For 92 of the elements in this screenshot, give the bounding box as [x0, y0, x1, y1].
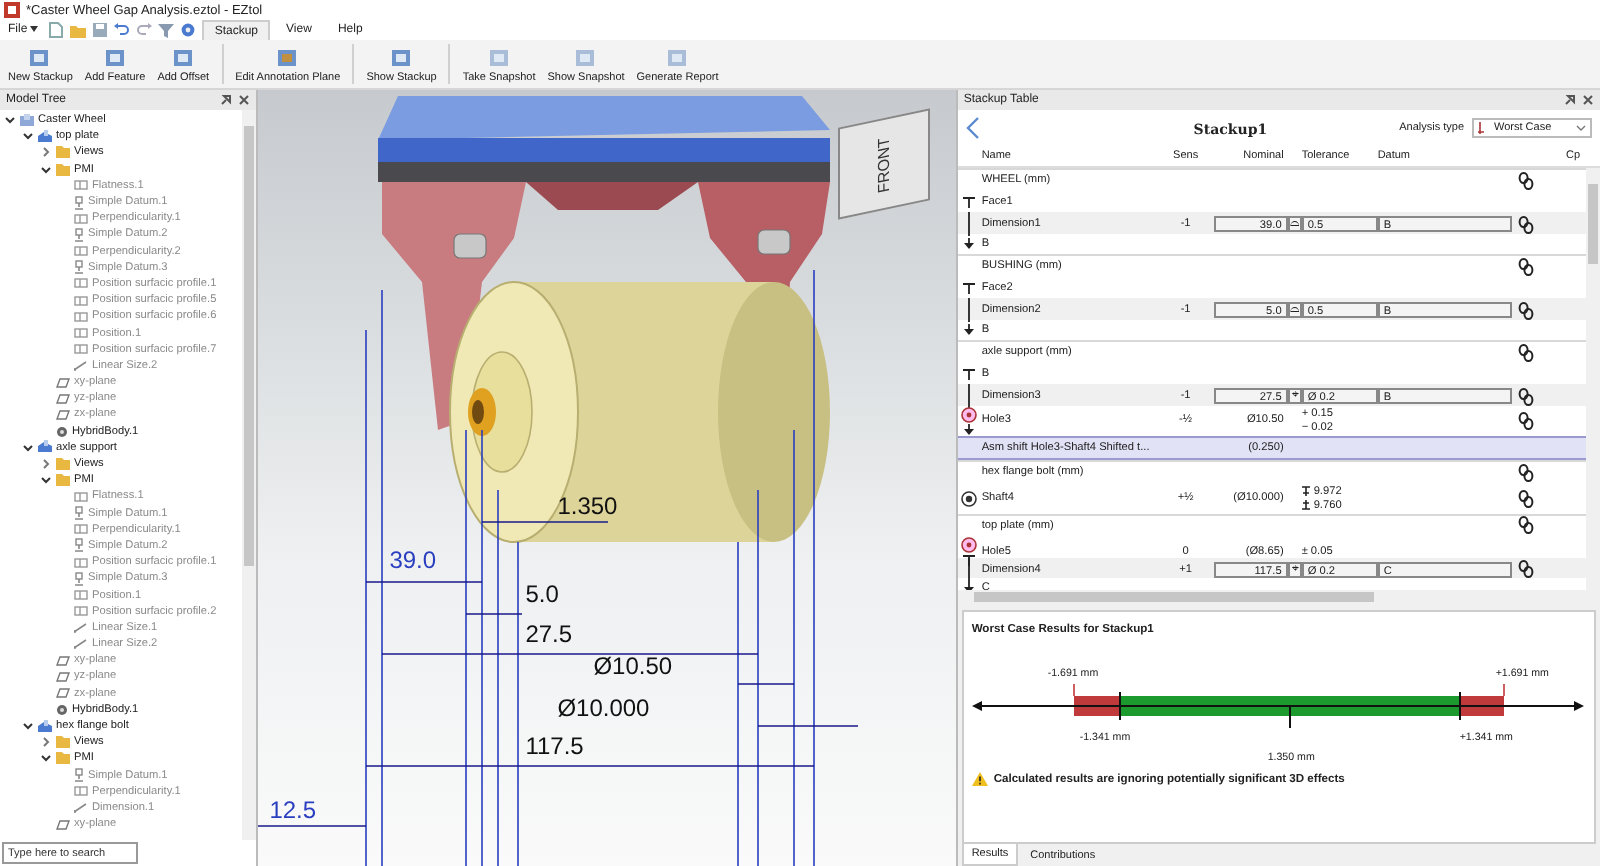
- shaft-icon: [960, 489, 979, 507]
- dimension-icon: [74, 359, 88, 372]
- chevron-right-icon[interactable]: [40, 146, 52, 159]
- dimension-label: 27.5: [525, 622, 573, 646]
- back-icon[interactable]: [965, 116, 982, 140]
- pin-icon[interactable]: [219, 94, 232, 106]
- bracket-start-icon: [962, 367, 977, 380]
- dimension-label: 1.350: [557, 494, 618, 518]
- frame-icon: [74, 524, 88, 535]
- link-icon[interactable]: [1518, 171, 1535, 190]
- dimension-label: 117.5: [525, 734, 584, 758]
- frame-icon: [74, 246, 88, 257]
- link-icon[interactable]: [1518, 516, 1535, 535]
- frame-icon: [74, 180, 88, 191]
- undo-icon[interactable]: [114, 22, 131, 38]
- frame-icon: [74, 295, 88, 306]
- link-icon[interactable]: [1518, 489, 1535, 507]
- datum-icon: [74, 571, 84, 586]
- part-icon: [38, 719, 52, 734]
- chevron-down-icon[interactable]: [22, 720, 34, 733]
- datum-icon: [74, 538, 84, 553]
- chevron-down-icon[interactable]: [22, 130, 34, 143]
- close-icon[interactable]: [237, 94, 250, 106]
- datum-icon: [74, 506, 84, 521]
- link-icon[interactable]: [1518, 463, 1535, 482]
- assembly-icon: [20, 113, 34, 128]
- dimension-icon: [74, 621, 88, 634]
- datum-icon: [74, 768, 84, 783]
- hole-icon: [960, 405, 979, 423]
- pin-icon[interactable]: [1564, 94, 1576, 106]
- toolbar-picture-icon: [487, 45, 512, 69]
- upper-limit-icon: [1301, 486, 1310, 496]
- link-icon[interactable]: [1518, 343, 1535, 362]
- frame-icon: [74, 311, 88, 322]
- chevron-down-icon[interactable]: [22, 441, 34, 454]
- caret-icon: [1576, 124, 1586, 132]
- close-icon[interactable]: [1582, 94, 1594, 106]
- link-icon[interactable]: [1518, 387, 1535, 405]
- chevron-right-icon[interactable]: [40, 458, 52, 471]
- chevron-down-icon[interactable]: [40, 752, 52, 765]
- caret-icon: [30, 26, 39, 32]
- arrow-icon: [962, 582, 977, 590]
- link-icon[interactable]: [1518, 411, 1535, 429]
- dimension-icon: [74, 801, 88, 814]
- datum-icon: [74, 260, 84, 275]
- frame-icon: [74, 590, 88, 601]
- arrow-icon: [962, 237, 977, 250]
- toolbar-picture-icon: [103, 45, 128, 69]
- dimension-label: 5.0: [525, 582, 559, 606]
- bracket-start-icon: [962, 195, 977, 208]
- part-icon: [38, 129, 52, 144]
- bracket-start-icon: [962, 281, 977, 294]
- frame-icon: [74, 786, 88, 797]
- warning-icon: [971, 772, 988, 786]
- body-icon: [56, 703, 68, 716]
- link-icon[interactable]: [1518, 257, 1535, 276]
- toolbar-picture-icon: [389, 45, 414, 69]
- arrow-icon: [962, 423, 977, 435]
- hole-icon: [960, 536, 979, 554]
- datum-icon: [74, 227, 84, 242]
- arrow-icon: [962, 323, 977, 336]
- toolbar-picture-icon: [665, 45, 690, 69]
- settings-icon[interactable]: [180, 22, 197, 38]
- lower-limit-icon: [1301, 500, 1310, 510]
- view-cube[interactable]: FRONT: [837, 108, 930, 220]
- link-icon[interactable]: [1518, 215, 1535, 233]
- frame-icon: [74, 491, 88, 502]
- dimension-label: Ø10.50: [593, 654, 673, 678]
- body-icon: [56, 425, 68, 438]
- toolbar-picture-icon: [171, 45, 196, 69]
- chevron-right-icon[interactable]: [40, 736, 52, 749]
- dimension-label: 12.5: [269, 798, 317, 822]
- link-icon[interactable]: [1518, 560, 1535, 578]
- toolbar-picture-icon: [574, 45, 599, 69]
- toolbar-picture-icon: [28, 45, 53, 69]
- chevron-down-icon[interactable]: [4, 114, 16, 127]
- datum-icon: [74, 195, 84, 210]
- chevron-down-icon[interactable]: [40, 163, 52, 176]
- frame-icon: [74, 328, 88, 339]
- link-icon[interactable]: [1518, 301, 1535, 319]
- frame-icon: [74, 344, 88, 355]
- dimension-icon: [74, 638, 88, 651]
- plane-icon: [56, 819, 70, 830]
- dimension-label: 39.0: [389, 548, 437, 572]
- frame-icon: [74, 213, 88, 224]
- chevron-down-icon[interactable]: [40, 474, 52, 487]
- frame-icon: [74, 557, 88, 568]
- frame-icon: [74, 606, 88, 617]
- frame-icon: [74, 278, 88, 289]
- toolbar-picture-icon: [275, 45, 300, 69]
- dimension-label: Ø10.000: [557, 696, 650, 720]
- part-icon: [38, 440, 52, 455]
